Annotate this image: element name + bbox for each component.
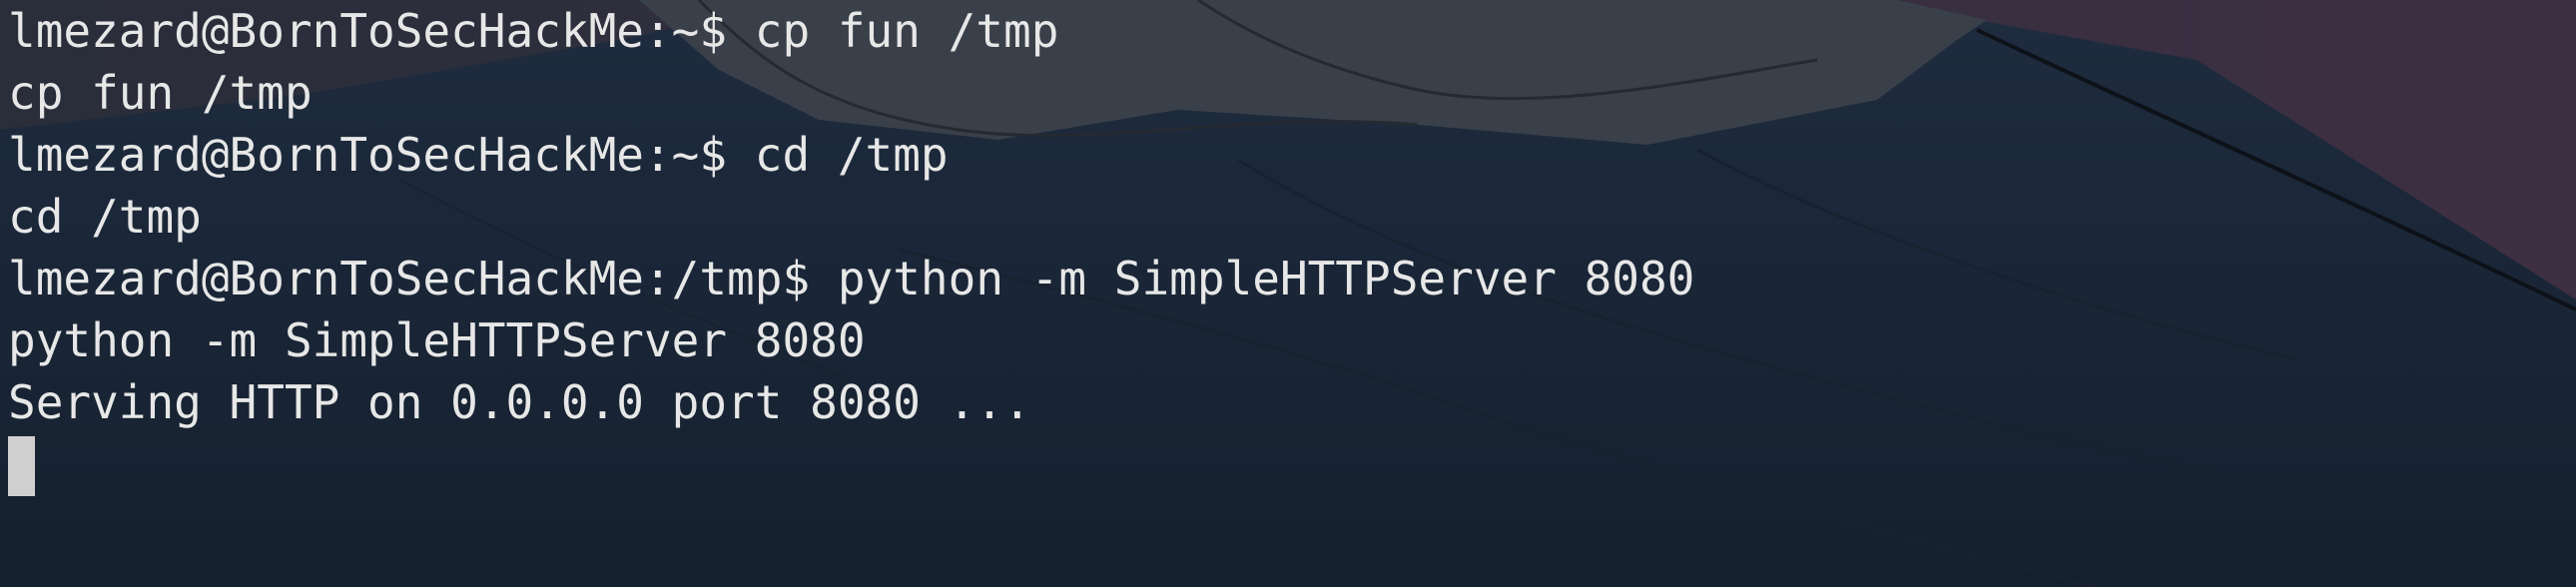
terminal-line: cp fun /tmp <box>8 62 2576 124</box>
terminal-line: python -m SimpleHTTPServer 8080 <box>8 309 2576 371</box>
text-cursor <box>8 436 35 496</box>
terminal-output[interactable]: lmezard@BornToSecHackMe:~$ cp fun /tmp c… <box>8 0 2576 587</box>
shell-prompt: lmezard@BornToSecHackMe:~$ <box>8 128 755 182</box>
output-text: cp fun /tmp <box>8 66 313 120</box>
output-text: cd /tmp <box>8 190 202 244</box>
command-text: cd /tmp <box>754 128 949 182</box>
shell-prompt: lmezard@BornToSecHackMe:/tmp$ <box>8 252 838 305</box>
terminal-line: lmezard@BornToSecHackMe:~$ cp fun /tmp <box>8 0 2576 62</box>
shell-prompt: lmezard@BornToSecHackMe:~$ <box>8 4 755 58</box>
terminal-line: lmezard@BornToSecHackMe:/tmp$ python -m … <box>8 248 2576 309</box>
terminal-input-line[interactable] <box>8 433 2576 496</box>
output-text: python -m SimpleHTTPServer 8080 <box>8 313 866 367</box>
terminal-line: lmezard@BornToSecHackMe:~$ cd /tmp <box>8 124 2576 186</box>
output-text: Serving HTTP on 0.0.0.0 port 8080 ... <box>8 375 1031 429</box>
terminal-line: cd /tmp <box>8 186 2576 248</box>
command-text: cp fun /tmp <box>754 4 1059 58</box>
terminal-line: Serving HTTP on 0.0.0.0 port 8080 ... <box>8 371 2576 433</box>
command-text: python -m SimpleHTTPServer 8080 <box>837 252 1695 305</box>
terminal-window[interactable]: lmezard@BornToSecHackMe:~$ cp fun /tmp c… <box>0 0 2576 587</box>
